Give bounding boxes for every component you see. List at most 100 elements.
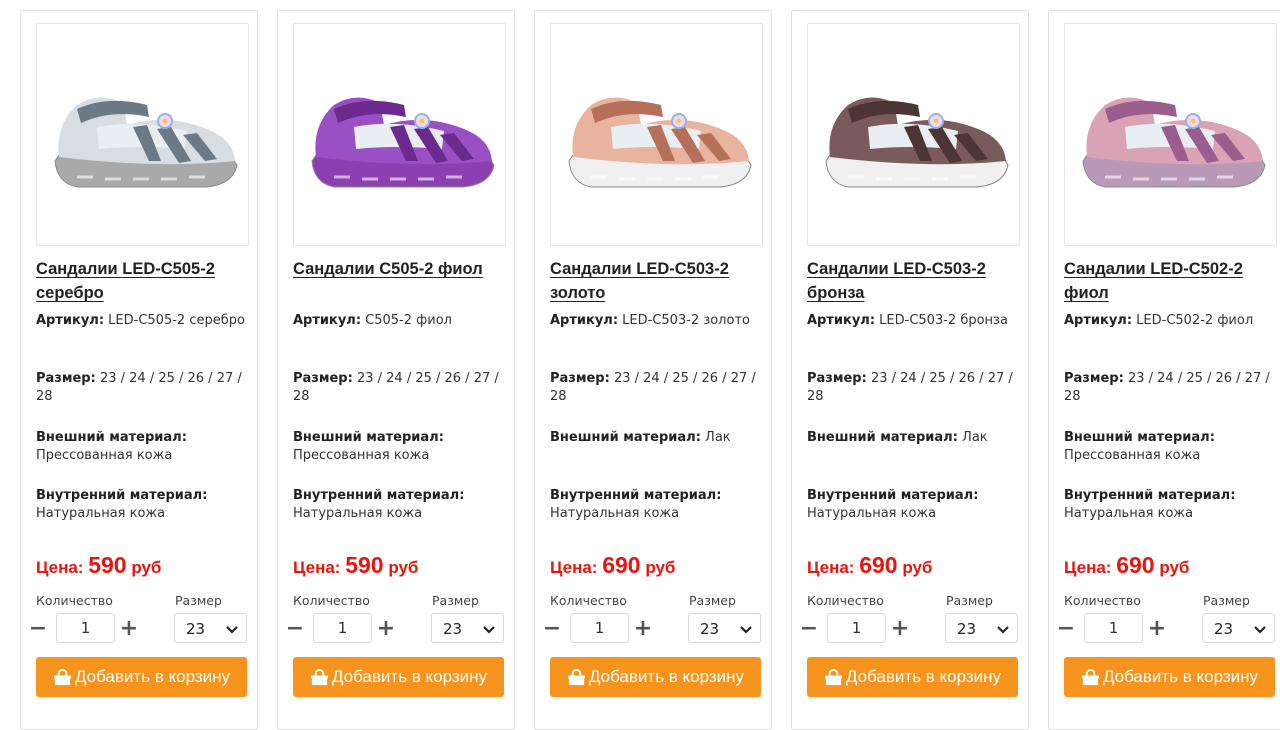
minus-icon[interactable]: − [285,617,305,641]
inner-material-value: Натуральная кожа [550,505,680,521]
product-title[interactable]: Сандалии LED-C503-2 золото [550,257,750,305]
minus-icon[interactable]: − [799,617,819,641]
price-value: 690 [859,552,898,578]
size-select-value: 23 [1214,620,1234,638]
inner-material-label: Внутренний материал: [1064,488,1236,503]
outer-material-row: Внешний материал: Прессованная кожа [1064,429,1276,464]
size-select-label: Размер [175,593,222,608]
add-to-cart-label: Добавить в корзину [845,667,1002,686]
size-select[interactable]: 23 [1202,613,1275,643]
size-select-value: 23 [700,620,720,638]
quantity-label: Количество [550,593,627,608]
add-to-cart-button[interactable]: Добавить в корзину [807,657,1018,697]
size-label: Размер: [293,371,353,386]
product-card: Сандалии LED-C503-2 бронза Артикул: LED-… [791,10,1029,730]
size-row: Размер: 23 / 24 / 25 / 26 / 27 / 28 [550,370,762,405]
product-image[interactable] [36,23,249,246]
size-select[interactable]: 23 [431,613,504,643]
size-select-value: 23 [186,620,206,638]
size-select-value: 23 [957,620,977,638]
sku-value: LED-C503-2 бронза [879,313,1008,328]
outer-material-value: Прессованная кожа [293,447,430,463]
price-value: 590 [88,552,127,578]
plus-icon[interactable]: + [119,617,139,641]
size-row: Размер: 23 / 24 / 25 / 26 / 27 / 28 [807,370,1019,405]
product-card: Сандалии LED-C503-2 золото Артикул: LED-… [534,10,772,730]
sandal-bronze-image [808,64,1019,205]
sku-value: C505-2 фиол [365,313,452,328]
price-label: Цена: [550,558,598,577]
product-image[interactable] [550,23,763,246]
product-card: Сандалии C505-2 фиол Артикул: C505-2 фио… [277,10,515,730]
outer-material-label: Внешний материал: [293,430,444,445]
inner-material-row: Внутренний материал: Натуральная кожа [36,487,248,522]
product-image[interactable] [1064,23,1277,246]
sandal-pink-image [1065,64,1276,205]
sku-label: Артикул: [807,313,876,328]
plus-icon[interactable]: + [376,617,396,641]
quantity-input[interactable] [570,613,629,643]
price-currency: руб [645,558,676,577]
sku-value: LED-C502-2 фиол [1136,313,1254,328]
product-title[interactable]: Сандалии C505-2 фиол [293,257,493,281]
price-currency: руб [902,558,933,577]
price: Цена: 690 руб [807,552,932,579]
minus-icon[interactable]: − [1056,617,1076,641]
product-card: Сандалии LED-C505-2 серебро Артикул: LED… [20,10,258,730]
shopping-bag-icon [567,668,585,685]
plus-icon[interactable]: + [1147,617,1167,641]
add-to-cart-button[interactable]: Добавить в корзину [550,657,761,697]
plus-icon[interactable]: + [890,617,910,641]
inner-material-value: Натуральная кожа [36,505,166,521]
inner-material-value: Натуральная кожа [293,505,423,521]
quantity-input[interactable] [56,613,115,643]
outer-material-value: Прессованная кожа [1064,447,1201,463]
minus-icon[interactable]: − [542,617,562,641]
sandal-purple-image [294,64,505,205]
price: Цена: 590 руб [36,552,161,579]
quantity-input[interactable] [827,613,886,643]
product-image[interactable] [293,23,506,246]
price-label: Цена: [36,558,84,577]
chevron-down-icon [483,626,495,634]
quantity-label: Количество [1064,593,1141,608]
inner-material-row: Внутренний материал: Натуральная кожа [550,487,762,522]
price-label: Цена: [807,558,855,577]
inner-material-value: Натуральная кожа [1064,505,1194,521]
chevron-down-icon [740,626,752,634]
add-to-cart-button[interactable]: Добавить в корзину [1064,657,1275,697]
outer-material-row: Внешний материал: Прессованная кожа [36,429,248,464]
minus-icon[interactable]: − [28,617,48,641]
price-currency: руб [388,558,419,577]
add-to-cart-button[interactable]: Добавить в корзину [293,657,504,697]
product-title[interactable]: Сандалии LED-C505-2 серебро [36,257,236,305]
quantity-input[interactable] [1084,613,1143,643]
quantity-label: Количество [293,593,370,608]
sku-value: LED-C505-2 серебро [108,313,245,328]
chevron-down-icon [997,626,1009,634]
plus-icon[interactable]: + [633,617,653,641]
sandal-silver-image [37,64,248,205]
size-select[interactable]: 23 [945,613,1018,643]
product-title[interactable]: Сандалии LED-C503-2 бронза [807,257,1007,305]
sku-label: Артикул: [1064,313,1133,328]
quantity-label: Количество [807,593,884,608]
size-label: Размер: [36,371,96,386]
add-to-cart-button[interactable]: Добавить в корзину [36,657,247,697]
size-select[interactable]: 23 [688,613,761,643]
inner-material-label: Внутренний материал: [550,488,722,503]
add-to-cart-label: Добавить в корзину [588,667,745,686]
size-label: Размер: [807,371,867,386]
sku-row: Артикул: LED-C505-2 серебро [36,312,248,330]
outer-material-row: Внешний материал: Лак [807,429,1019,447]
product-image[interactable] [807,23,1020,246]
price-currency: руб [131,558,162,577]
size-select-value: 23 [443,620,463,638]
size-label: Размер: [550,371,610,386]
size-select[interactable]: 23 [174,613,247,643]
inner-material-label: Внутренний материал: [36,488,208,503]
product-title[interactable]: Сандалии LED-C502-2 фиол [1064,257,1264,305]
size-row: Размер: 23 / 24 / 25 / 26 / 27 / 28 [293,370,505,405]
outer-material-row: Внешний материал: Прессованная кожа [293,429,505,464]
quantity-input[interactable] [313,613,372,643]
